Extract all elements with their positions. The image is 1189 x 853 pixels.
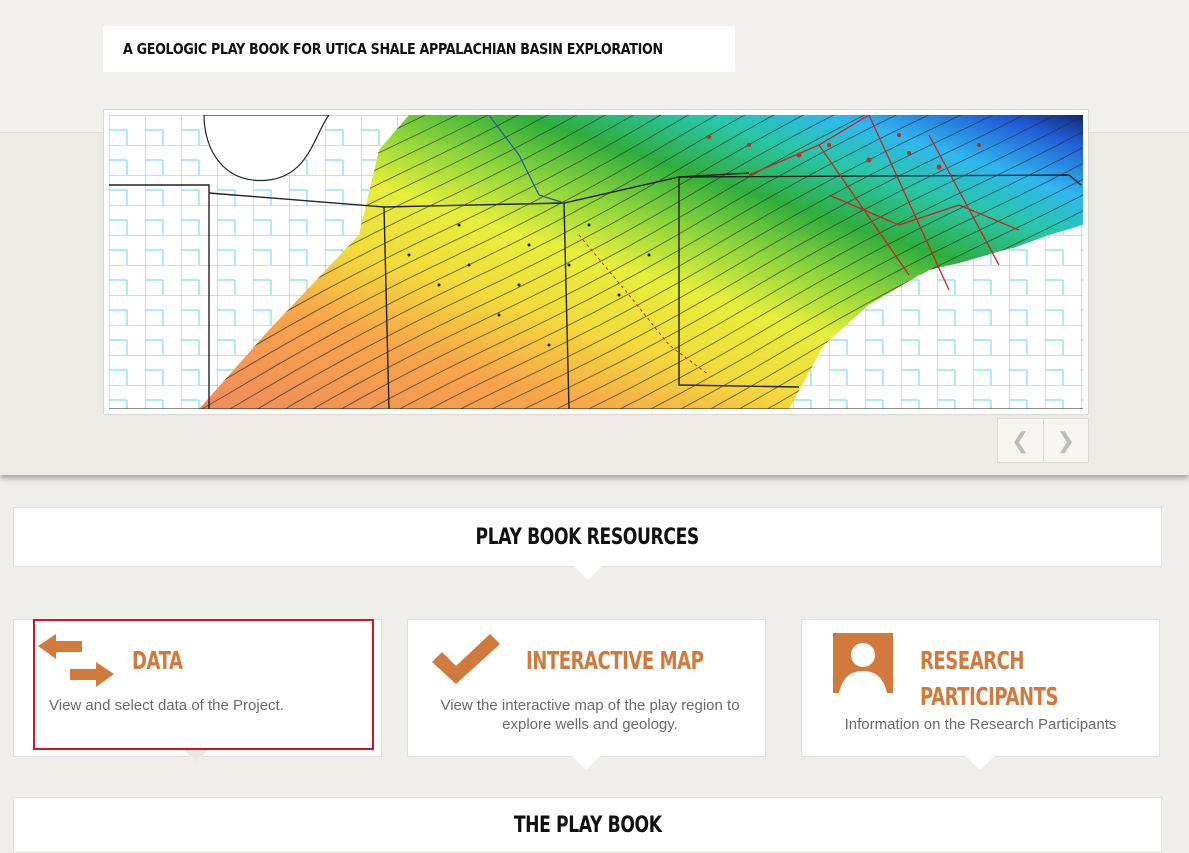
playbook-heading-box: THE PLAY BOOK <box>13 797 1162 853</box>
exchange-arrows-icon <box>38 634 114 687</box>
slider-controls: ❮ ❯ <box>997 418 1089 463</box>
research-participants-title-line2: PARTICIPANTS <box>920 682 1059 711</box>
page-title: A GEOLOGIC PLAY BOOK FOR UTICA SHALE APP… <box>123 40 663 58</box>
interactive-map-card-title: INTERACTIVE MAP <box>526 646 704 675</box>
map-slide[interactable] <box>103 109 1089 415</box>
interactive-map-card[interactable]: INTERACTIVE MAP View the interactive map… <box>407 619 766 757</box>
interactive-map-card-description: View the interactive map of the play reg… <box>440 697 740 733</box>
chevron-right-icon: ❯ <box>1056 427 1075 453</box>
person-icon <box>833 633 893 693</box>
data-card-title: DATA <box>132 646 183 675</box>
playbook-heading: THE PLAY BOOK <box>513 812 662 838</box>
slider-next-button[interactable]: ❯ <box>1042 419 1089 462</box>
research-participants-card-pointer <box>966 756 994 770</box>
slider-prev-button[interactable]: ❮ <box>998 419 1043 462</box>
chevron-left-icon: ❮ <box>1011 427 1030 453</box>
interactive-map-card-pointer <box>572 756 600 770</box>
hero-section: A GEOLOGIC PLAY BOOK FOR UTICA SHALE APP… <box>0 0 1189 475</box>
research-participants-card[interactable]: RESEARCH PARTICIPANTS Information on the… <box>801 619 1160 757</box>
data-card[interactable]: DATA View and select data of the Project… <box>13 619 382 757</box>
structure-contour-map-image <box>109 115 1083 409</box>
data-card-description: View and select data of the Project. <box>49 697 284 714</box>
research-participants-title-line1: RESEARCH <box>920 646 1025 675</box>
resources-heading: PLAY BOOK RESOURCES <box>475 524 700 550</box>
page-title-box: A GEOLOGIC PLAY BOOK FOR UTICA SHALE APP… <box>103 26 735 72</box>
resources-heading-box: PLAY BOOK RESOURCES <box>13 507 1162 567</box>
checkmark-icon <box>432 634 500 684</box>
data-card-pointer <box>182 748 210 762</box>
resources-heading-pointer <box>574 566 602 580</box>
research-participants-card-description: Information on the Research Participants <box>844 716 1117 733</box>
